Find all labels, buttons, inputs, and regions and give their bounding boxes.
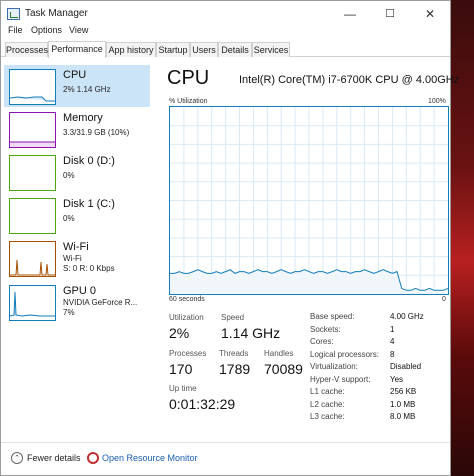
handles-label: Handles [264, 349, 294, 358]
sidebar-item-subtitle: 2% 1.14 GHz [63, 85, 111, 94]
sidebar-item-memory[interactable]: Memory 3.3/31.9 GB (10%) [4, 108, 150, 150]
utilization-axis-label: % Utilization [169, 98, 208, 105]
spec-value: 256 KB [390, 387, 417, 396]
tab-details[interactable]: Details [218, 42, 252, 57]
sidebar-item-title: Disk 1 (C:) [63, 198, 115, 210]
tab-app-history[interactable]: App history [106, 42, 156, 57]
maximize-button[interactable]: ☐ [370, 1, 410, 27]
uptime-value: 0:01:32:29 [169, 396, 236, 412]
wifi-thumbnail [9, 241, 56, 277]
sidebar-item-subtitle: Wi-Fi [63, 254, 82, 263]
processes-value: 170 [169, 361, 193, 377]
sidebar-item-title: Memory [63, 112, 103, 124]
sidebar-item-wifi[interactable]: Wi-Fi Wi-Fi S: 0 R: 0 Kbps [4, 237, 150, 279]
sidebar-item-title: CPU [63, 69, 87, 81]
sidebar-item-title: GPU 0 [63, 285, 97, 297]
menu-view[interactable]: View [69, 25, 88, 35]
spec-key: Logical processors: [310, 349, 379, 359]
cpu-thumbnail [9, 69, 56, 105]
tab-processes[interactable]: Processes [5, 42, 48, 57]
spec-value: 8 [390, 349, 395, 359]
utilization-value: 2% [169, 325, 190, 341]
tab-strip: Processes Performance App history Startu… [1, 41, 450, 58]
sidebar-item-cpu[interactable]: CPU 2% 1.14 GHz [4, 65, 150, 107]
tab-performance[interactable]: Performance [48, 41, 106, 58]
spec-key: Cores: [310, 337, 334, 346]
task-manager-window: Task Manager — ☐ ✕ File Options View Pro… [0, 0, 459, 476]
minimize-button[interactable]: — [330, 1, 370, 27]
spec-value: 8.0 MB [390, 412, 416, 421]
cpu-model-name: Intel(R) Core(TM) i7-6700K CPU @ 4.00GHz [239, 74, 460, 86]
cpu-graph-canvas [170, 107, 449, 294]
cpu-detail-panel: CPU Intel(R) Core(TM) i7-6700K CPU @ 4.0… [152, 63, 459, 435]
disk-0-thumbnail [9, 155, 56, 191]
page-title: CPU [167, 67, 210, 89]
sidebar-item-subtitle: NVIDIA GeForce R... [63, 298, 138, 307]
sidebar-item-title: Disk 0 (D:) [63, 155, 115, 167]
time-axis-label: 60 seconds [169, 296, 205, 303]
spec-key: Virtualization: [310, 362, 358, 371]
spec-value: 4 [390, 337, 395, 346]
spec-value: Yes [390, 374, 404, 384]
disk-1-thumbnail [9, 198, 56, 234]
spec-key: Sockets: [310, 324, 341, 334]
spec-key: L2 cache: [310, 399, 345, 409]
menu-file[interactable]: File [8, 25, 23, 35]
handles-value: 70089 [264, 361, 303, 377]
chevron-up-icon[interactable]: ⌃ [11, 452, 23, 464]
uptime-label: Up time [169, 384, 197, 393]
threads-label: Threads [219, 349, 249, 358]
tab-users[interactable]: Users [190, 42, 218, 57]
speed-value: 1.14 GHz [221, 325, 281, 341]
window-title: Task Manager [25, 8, 88, 19]
sidebar-item-title: Wi-Fi [63, 241, 89, 253]
cpu-specs-list: Base speed: 4.00 GHz Sockets: 1 Cores: 4… [310, 312, 448, 427]
spec-key: Hyper-V support: [310, 374, 371, 384]
sidebar-item-subtitle: 0% [63, 171, 75, 180]
speed-label: Speed [221, 313, 245, 322]
memory-thumbnail [9, 112, 56, 148]
tab-startup[interactable]: Startup [156, 42, 190, 57]
spec-value: 1 [390, 324, 395, 334]
sidebar-item-detail: S: 0 R: 0 Kbps [63, 264, 115, 273]
sidebar-item-detail: 7% [63, 308, 75, 317]
threads-value: 1789 [219, 361, 251, 377]
sidebar-item-disk-1[interactable]: Disk 1 (C:) 0% [4, 194, 150, 236]
resource-monitor-icon[interactable] [87, 452, 99, 464]
open-resource-monitor-link[interactable]: Open Resource Monitor [102, 453, 198, 463]
tab-services[interactable]: Services [252, 42, 290, 57]
gpu-thumbnail [9, 285, 56, 321]
cpu-utilization-graph[interactable] [169, 106, 449, 295]
fewer-details-link[interactable]: Fewer details [27, 453, 81, 463]
menu-options[interactable]: Options [31, 25, 62, 35]
spec-value: 4.00 GHz [390, 312, 424, 321]
title-bar: Task Manager — ☐ ✕ [1, 1, 450, 27]
footer: ⌃ Fewer details Open Resource Monitor [1, 442, 450, 475]
spec-value: 1.0 MB [390, 399, 416, 409]
spec-key: Base speed: [310, 312, 355, 321]
spec-value: Disabled [390, 362, 422, 371]
zero-axis-label: 0 [442, 296, 446, 303]
spec-key: L3 cache: [310, 412, 345, 421]
sidebar-item-disk-0[interactable]: Disk 0 (D:) 0% [4, 151, 150, 193]
menu-bar: File Options View [1, 25, 450, 40]
processes-label: Processes [169, 349, 207, 358]
task-manager-icon [7, 8, 20, 20]
utilization-label: Utilization [169, 313, 204, 322]
close-button[interactable]: ✕ [410, 1, 450, 27]
resource-sidebar: CPU 2% 1.14 GHz Memory 3.3/31.9 GB (10%)… [2, 63, 152, 435]
sidebar-item-subtitle: 3.3/31.9 GB (10%) [63, 128, 130, 137]
spec-key: L1 cache: [310, 387, 345, 396]
utilization-max-label: 100% [428, 98, 446, 105]
sidebar-item-gpu-0[interactable]: GPU 0 NVIDIA GeForce R... 7% [4, 281, 150, 323]
sidebar-item-subtitle: 0% [63, 214, 75, 223]
desktop-background [448, 0, 474, 476]
